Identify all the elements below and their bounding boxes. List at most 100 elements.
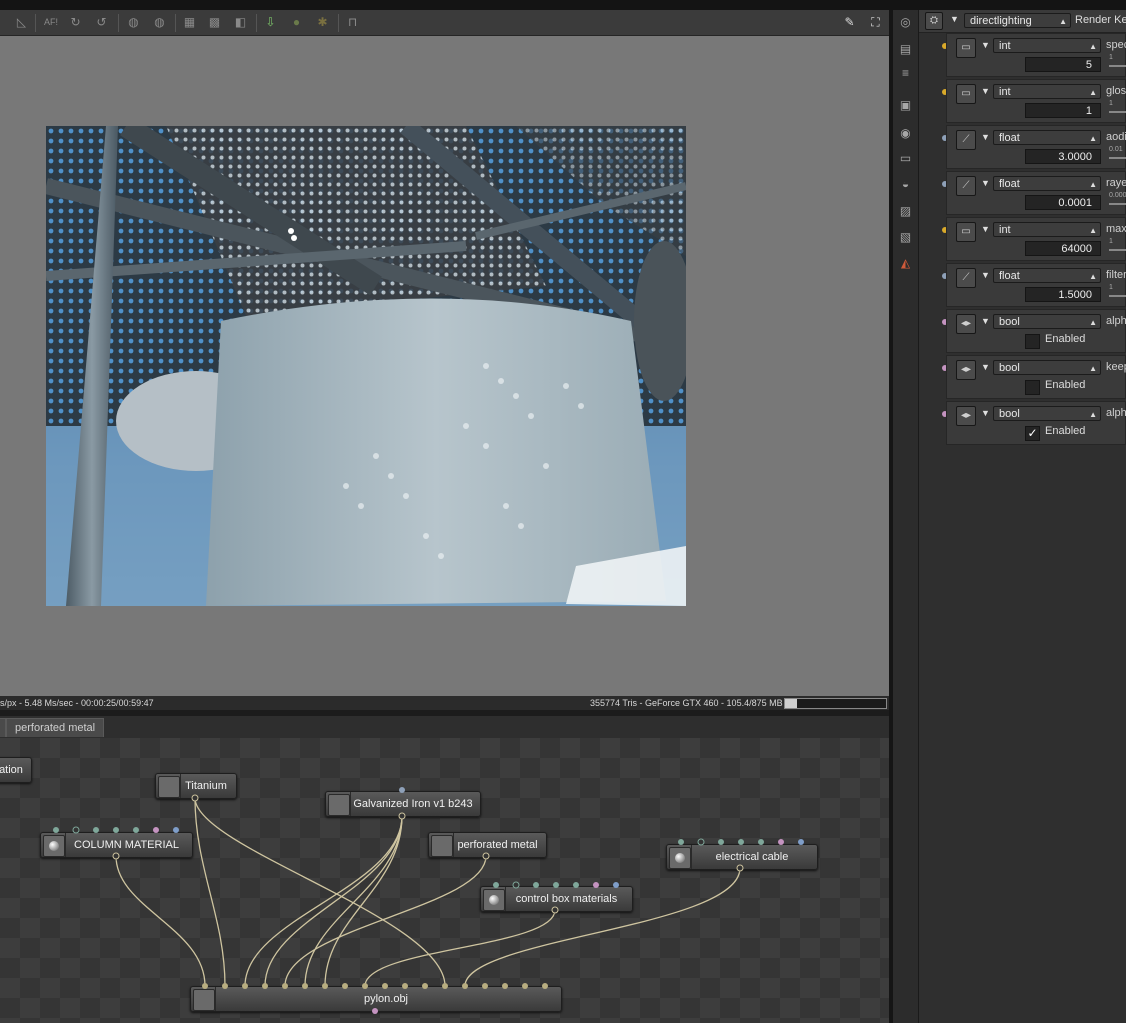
collapse-arrow-icon[interactable]: ▼ (950, 14, 959, 24)
param-slider-min: 1 (1109, 54, 1113, 61)
pin (613, 882, 619, 888)
pin (798, 839, 804, 845)
dropdown-arrow-icon: ▲ (1059, 17, 1067, 26)
param-type-select[interactable]: bool ▲ (993, 360, 1101, 375)
param-type-value: float (999, 132, 1020, 144)
param-row: ⟋ ▼ float ▲ aodi 3.0000 0.01 (946, 125, 1126, 169)
export-icon[interactable]: ⇩ (263, 15, 278, 30)
param-slider[interactable] (1109, 65, 1126, 67)
pin (133, 827, 139, 833)
param-slider[interactable] (1109, 249, 1126, 251)
param-checkbox[interactable] (1025, 380, 1040, 395)
render-image[interactable] (46, 126, 686, 606)
locate-icon[interactable]: ● (289, 15, 304, 30)
collapse-arrow-icon[interactable]: ▼ (981, 224, 990, 234)
pin (322, 983, 328, 989)
fullscreen-icon[interactable]: ⛶ (868, 15, 883, 30)
collapse-arrow-icon[interactable]: ▼ (981, 270, 990, 280)
param-row: ▭ ▼ int ▲ glos 1 1 (946, 79, 1126, 123)
param-slider[interactable] (1109, 295, 1126, 297)
param-type-select[interactable]: float ▲ (993, 130, 1101, 145)
param-name: aodi (1106, 131, 1126, 143)
param-type-select[interactable]: int ▲ (993, 38, 1101, 53)
collapse-arrow-icon[interactable]: ▼ (981, 362, 990, 372)
tab-perforated-metal[interactable]: perforated metal (6, 718, 105, 737)
param-name: raye (1106, 177, 1126, 189)
kernel-select[interactable]: directlighting ▲ (964, 13, 1071, 28)
autofocus-icon[interactable]: AF! (42, 15, 60, 30)
memory-progress-fill (785, 699, 798, 708)
kernel-icon[interactable]: ▭ (898, 151, 913, 166)
node-pins (53, 787, 804, 1014)
pin (262, 983, 268, 989)
environment-icon[interactable]: ◒ (898, 177, 913, 192)
collapse-arrow-icon[interactable]: ▼ (981, 40, 990, 50)
param-type-select[interactable]: int ▲ (993, 84, 1101, 99)
pin (242, 983, 248, 989)
toolbar-separator (118, 14, 119, 32)
param-slider[interactable] (1109, 203, 1126, 205)
pin (502, 983, 508, 989)
collapse-arrow-icon[interactable]: ▼ (981, 316, 990, 326)
padlock-icon[interactable]: ⊓ (345, 15, 360, 30)
param-type-icon[interactable]: ▭ (956, 84, 976, 104)
param-type-icon[interactable]: ◂▸ (956, 406, 976, 426)
render-target-icon[interactable]: ◎ (898, 15, 913, 30)
param-name: filter (1106, 269, 1126, 281)
param-type-value: bool (999, 362, 1020, 374)
image-icon[interactable]: ▣ (898, 98, 913, 113)
param-type-select[interactable]: bool ▲ (993, 314, 1101, 329)
pick-white-balance-icon[interactable]: ↺ (94, 15, 109, 30)
geometry-icon[interactable]: ◭ (898, 256, 913, 271)
param-value-field[interactable]: 3.0000 (1025, 149, 1101, 164)
param-row: ◂▸ ▼ bool ▲ keep Enabled (946, 355, 1126, 399)
param-value-field[interactable]: 64000 (1025, 241, 1101, 256)
param-type-icon[interactable]: ▭ (956, 38, 976, 58)
param-type-icon[interactable]: ⟋ (956, 130, 976, 150)
region-icon[interactable]: ▦ (182, 15, 197, 30)
param-checkbox[interactable]: ✓ (1025, 426, 1040, 441)
param-type-icon[interactable]: ⟋ (956, 176, 976, 196)
collapse-arrow-icon[interactable]: ▼ (981, 408, 990, 418)
param-value-field[interactable]: 1.5000 (1025, 287, 1101, 302)
param-row: ⟋ ▼ float ▲ filter 1.5000 1 (946, 263, 1126, 307)
param-type-icon[interactable]: ◂▸ (956, 360, 976, 380)
param-type-icon[interactable]: ▭ (956, 222, 976, 242)
layers-icon[interactable]: ≡ (898, 66, 913, 81)
object-picker-icon[interactable]: ◍ (152, 15, 167, 30)
control-box-pins (493, 881, 619, 914)
param-checkbox-label: Enabled (1045, 425, 1086, 437)
pin (758, 839, 764, 845)
param-type-select[interactable]: float ▲ (993, 268, 1101, 283)
collapse-arrow-icon[interactable]: ▼ (981, 86, 990, 96)
param-checkbox[interactable] (1025, 334, 1040, 349)
star-icon[interactable]: ✱ (315, 15, 330, 30)
param-value-field[interactable]: 5 (1025, 57, 1101, 72)
lock-icon[interactable]: ◧ (233, 15, 248, 30)
param-value-field[interactable]: 0.0001 (1025, 195, 1101, 210)
material-picker-icon[interactable]: ◍ (126, 15, 141, 30)
param-type-select[interactable]: float ▲ (993, 176, 1101, 191)
camera-icon[interactable]: ◉ (898, 126, 913, 141)
param-name: keep (1106, 361, 1126, 373)
imager-icon[interactable]: ▨ (898, 204, 913, 219)
film-region-icon[interactable]: ▩ (207, 15, 222, 30)
collapse-arrow-icon[interactable]: ▼ (981, 132, 990, 142)
scene-outliner-icon[interactable]: ▤ (898, 42, 913, 57)
pin (718, 839, 724, 845)
param-name: glos (1106, 85, 1126, 97)
param-type-icon[interactable]: ◂▸ (956, 314, 976, 334)
pick-focus-icon[interactable]: ↻ (68, 15, 83, 30)
param-type-select[interactable]: bool ▲ (993, 406, 1101, 421)
postprocess-icon[interactable]: ▧ (898, 230, 913, 245)
collapse-arrow-icon[interactable]: ▼ (981, 178, 990, 188)
dropdown-arrow-icon: ▲ (1089, 318, 1097, 327)
param-type-icon[interactable]: ⟋ (956, 268, 976, 288)
wrench-icon[interactable]: ✎ (842, 15, 857, 30)
ruler-icon[interactable]: ◺ (14, 15, 29, 30)
param-slider[interactable] (1109, 111, 1126, 113)
param-value-field[interactable]: 1 (1025, 103, 1101, 118)
pin (573, 882, 579, 888)
param-type-select[interactable]: int ▲ (993, 222, 1101, 237)
param-slider[interactable] (1109, 157, 1126, 159)
